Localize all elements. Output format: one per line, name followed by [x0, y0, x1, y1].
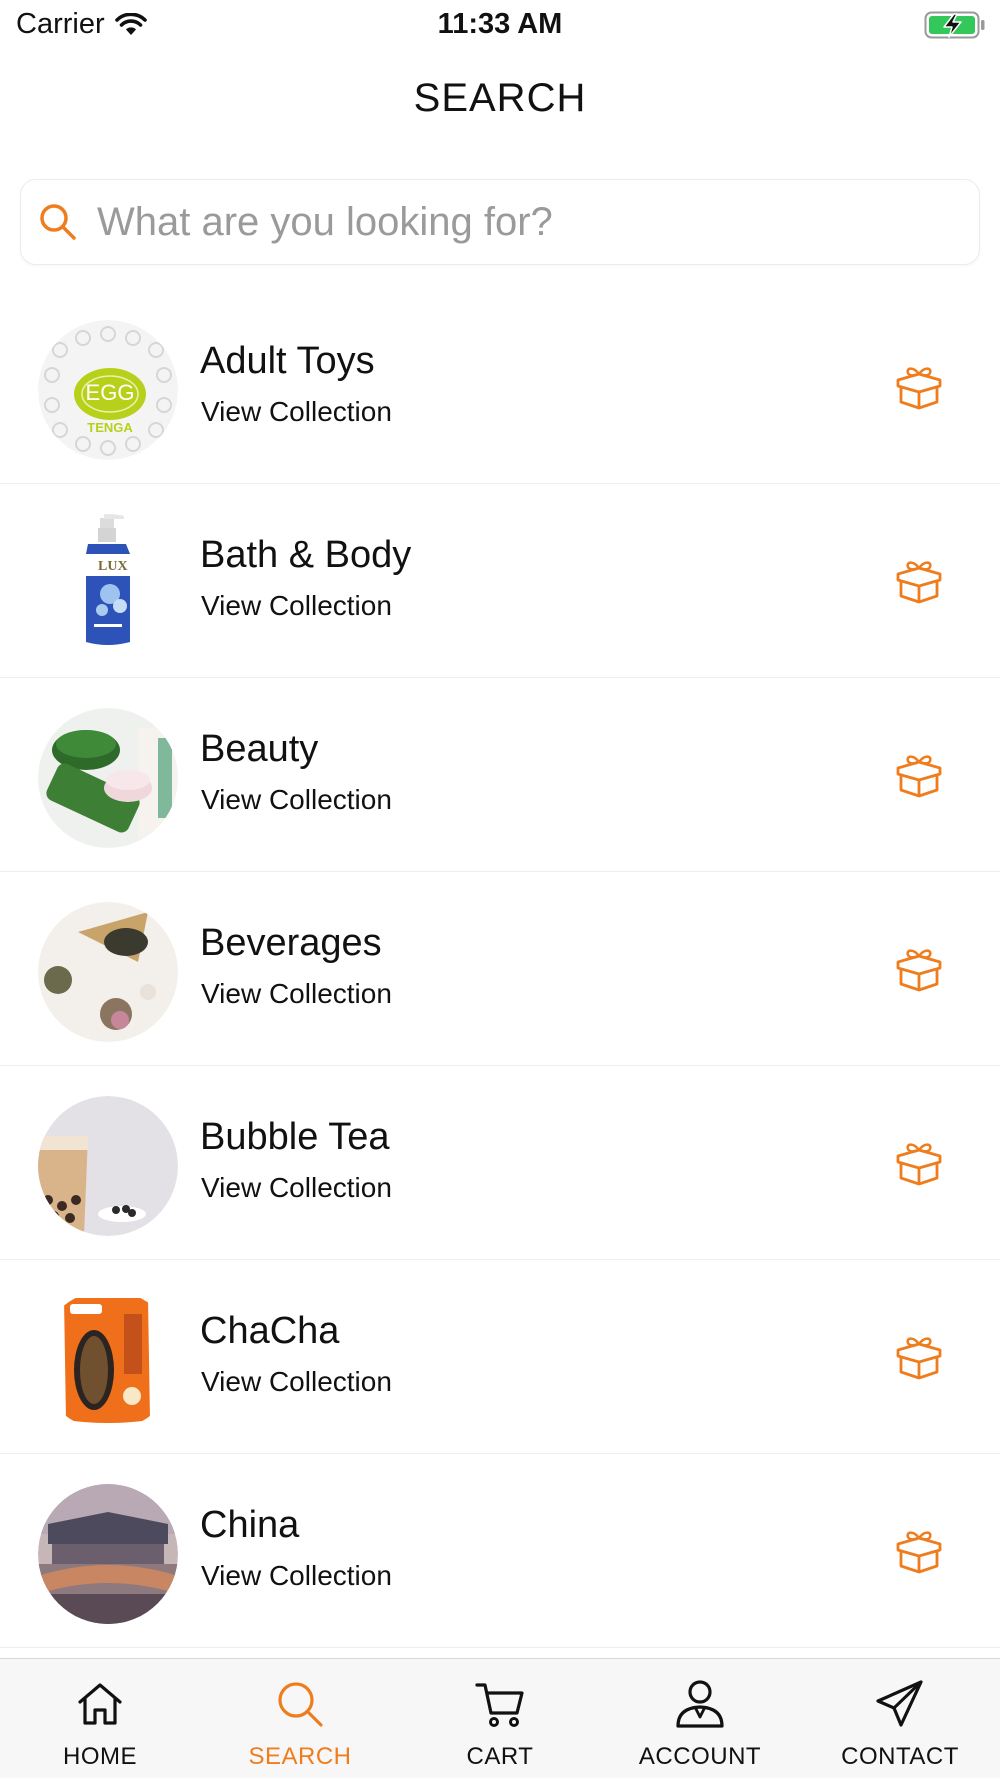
gift-box-icon[interactable] [894, 364, 944, 410]
view-collection-link[interactable]: View Collection [201, 1560, 392, 1592]
collection-title: Bath & Body [200, 534, 412, 576]
tab-cart[interactable]: CART [400, 1659, 600, 1778]
svg-text:EGG: EGG [86, 380, 135, 405]
tab-home[interactable]: HOME [0, 1659, 200, 1778]
account-icon [676, 1680, 724, 1728]
page-title: SEARCH [413, 76, 587, 120]
view-collection-link[interactable]: View Collection [201, 1366, 392, 1398]
status-time: 11:33 AM [437, 8, 563, 40]
search-bar[interactable] [20, 179, 980, 265]
tab-contact[interactable]: CONTACT [800, 1659, 1000, 1778]
tab-search[interactable]: SEARCH [200, 1659, 400, 1778]
home-icon [78, 1683, 122, 1725]
tab-bar: HOME SEARCH CART ACCOUNT CONTACT [0, 1658, 1000, 1778]
view-collection-link[interactable]: View Collection [201, 590, 392, 622]
svg-text:TENGA: TENGA [87, 420, 133, 435]
tab-label: HOME [63, 1743, 137, 1770]
tab-label: CONTACT [841, 1743, 959, 1770]
collection-item-chacha[interactable]: ChaCha View Collection [0, 1260, 1000, 1454]
gift-box-icon[interactable] [894, 752, 944, 798]
collection-item-adult-toys[interactable]: EGG TENGA Adult Toys View Collection [0, 290, 1000, 484]
collection-thumbnail [38, 708, 178, 848]
cart-icon [475, 1683, 524, 1727]
tab-label: SEARCH [248, 1743, 352, 1770]
search-input[interactable] [97, 199, 957, 245]
collection-item-bubble-tea[interactable]: Bubble Tea View Collection [0, 1066, 1000, 1260]
collection-thumbnail [38, 1096, 178, 1236]
collection-list: EGG TENGA Adult Toys View Collection LUX [0, 290, 1000, 1648]
collection-thumbnail: EGG TENGA [38, 320, 178, 460]
battery-charging-icon [924, 11, 985, 39]
gift-box-icon[interactable] [894, 1334, 944, 1380]
collection-thumbnail: LUX [38, 514, 178, 654]
collection-thumbnail [38, 1290, 178, 1430]
tab-label: ACCOUNT [638, 1743, 762, 1770]
collection-item-bath-body[interactable]: LUX Bath & Body View Collection [0, 484, 1000, 678]
view-collection-link[interactable]: View Collection [201, 978, 392, 1010]
svg-text:LUX: LUX [98, 559, 128, 574]
search-icon [40, 204, 76, 240]
collection-item-beauty[interactable]: Beauty View Collection [0, 678, 1000, 872]
collection-title: Beverages [200, 922, 382, 964]
paper-plane-icon [876, 1680, 923, 1727]
collection-title: Beauty [200, 728, 319, 770]
view-collection-link[interactable]: View Collection [201, 1172, 392, 1204]
collection-thumbnail [38, 902, 178, 1042]
tab-label: CART [466, 1743, 534, 1770]
collection-title: China [200, 1504, 300, 1546]
collection-title: Adult Toys [200, 340, 375, 382]
collection-item-china[interactable]: China View Collection [0, 1454, 1000, 1648]
view-collection-link[interactable]: View Collection [201, 784, 392, 816]
collection-title: ChaCha [200, 1310, 340, 1352]
gift-box-icon[interactable] [894, 1528, 944, 1574]
search-icon [278, 1682, 323, 1727]
collection-title: Bubble Tea [200, 1116, 390, 1158]
status-bar: Carrier 11:33 AM [0, 0, 1000, 50]
collection-item-beverages[interactable]: Beverages View Collection [0, 872, 1000, 1066]
gift-box-icon[interactable] [894, 558, 944, 604]
view-collection-link[interactable]: View Collection [201, 396, 392, 428]
gift-box-icon[interactable] [894, 1140, 944, 1186]
tab-account[interactable]: ACCOUNT [600, 1659, 800, 1778]
gift-box-icon[interactable] [894, 946, 944, 992]
collection-thumbnail [38, 1484, 178, 1624]
